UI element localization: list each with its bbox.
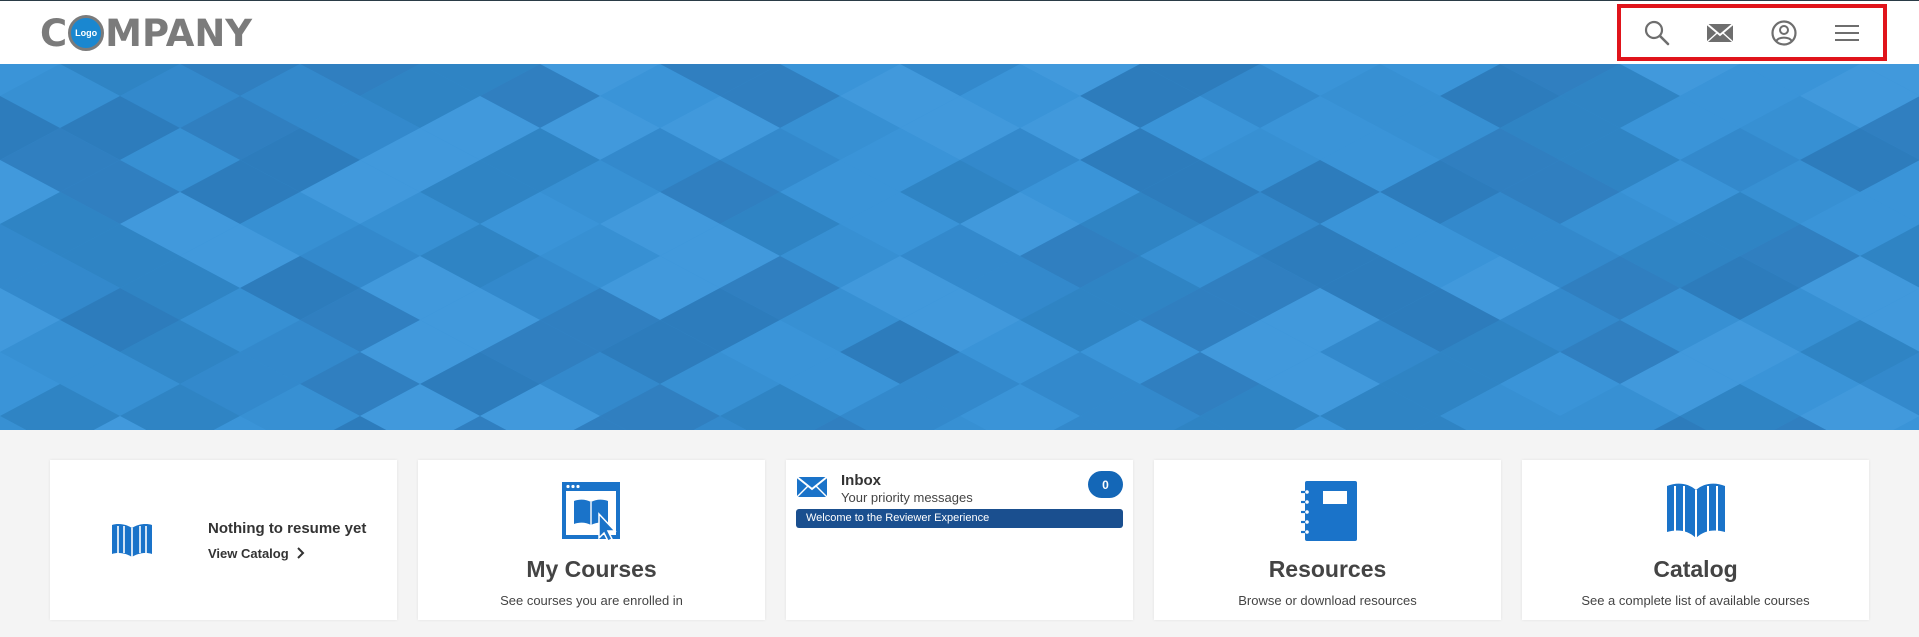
courses-browser-icon xyxy=(561,480,623,547)
logo-text-end: MPANY xyxy=(105,11,253,55)
search-icon[interactable] xyxy=(1637,13,1677,53)
dashboard-cards: Nothing to resume yet View Catalog My Co… xyxy=(50,460,1870,620)
resources-title: Resources xyxy=(1268,556,1387,582)
logo-text-start: C xyxy=(40,11,68,55)
chevron-right-icon xyxy=(292,546,306,561)
view-catalog-link[interactable]: View Catalog xyxy=(208,546,306,561)
catalog-card[interactable]: Catalog See a complete list of available… xyxy=(1522,460,1869,620)
company-logo[interactable]: C Logo MPANY xyxy=(40,11,252,55)
inbox-count-badge: 0 xyxy=(1088,471,1123,498)
inbox-message-item[interactable]: Welcome to the Reviewer Experience xyxy=(796,509,1123,528)
resume-card[interactable]: Nothing to resume yet View Catalog xyxy=(50,460,397,620)
open-book-icon xyxy=(110,520,154,565)
inbox-title: Inbox xyxy=(841,472,881,489)
resources-card[interactable]: Resources Browse or download resources xyxy=(1154,460,1501,620)
my-courses-desc: See courses you are enrolled in xyxy=(500,593,683,608)
resources-desc: Browse or download resources xyxy=(1238,593,1417,608)
inbox-subtitle: Your priority messages xyxy=(841,490,973,505)
hero-diamond-pattern xyxy=(0,64,1919,430)
catalog-title: Catalog xyxy=(1653,556,1738,582)
mail-icon[interactable] xyxy=(1700,13,1740,53)
user-icon[interactable] xyxy=(1764,13,1804,53)
top-header: C Logo MPANY xyxy=(0,1,1919,64)
my-courses-card[interactable]: My Courses See courses you are enrolled … xyxy=(418,460,765,620)
my-courses-title: My Courses xyxy=(526,556,657,582)
header-actions xyxy=(1617,4,1887,61)
envelope-icon xyxy=(796,476,828,503)
catalog-desc: See a complete list of available courses xyxy=(1581,593,1810,608)
notebook-icon xyxy=(1297,480,1359,547)
inbox-card[interactable]: Inbox Your priority messages 0 Welcome t… xyxy=(786,460,1133,620)
menu-icon[interactable] xyxy=(1827,13,1867,53)
hero-banner xyxy=(0,64,1919,430)
resume-title: Nothing to resume yet xyxy=(208,520,367,537)
catalog-book-icon xyxy=(1665,480,1727,547)
logo-badge: Logo xyxy=(68,15,105,51)
view-catalog-label: View Catalog xyxy=(208,546,289,561)
